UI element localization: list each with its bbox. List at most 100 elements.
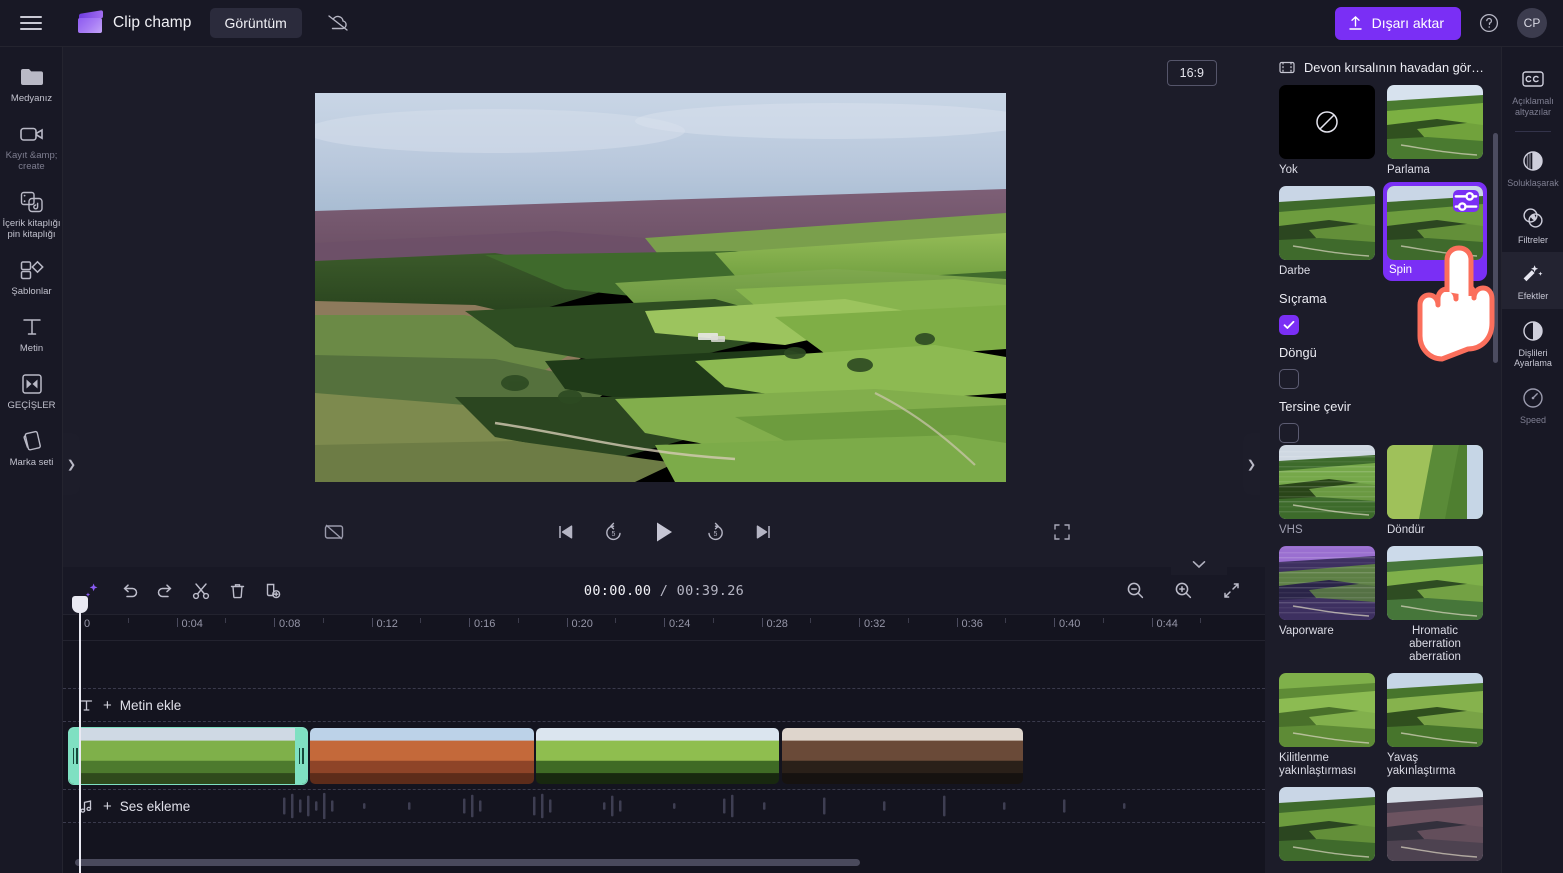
clip-1-green-fields[interactable] <box>68 727 308 785</box>
effect-settings-icon[interactable] <box>1453 190 1479 212</box>
undo-button[interactable] <box>113 575 145 607</box>
clip-2-red-cliffs[interactable] <box>310 728 534 784</box>
effect-card-spin[interactable]: Spin <box>1383 182 1487 281</box>
clip-4-dark-rocks[interactable] <box>782 728 1023 784</box>
total-time: 00:39.26 <box>676 582 745 599</box>
camera-icon <box>19 121 45 147</box>
effects-panel-header: Devon kırsalının havadan görünümü <box>1265 47 1501 85</box>
avatar[interactable]: CP <box>1517 8 1547 38</box>
timeline-ruler[interactable]: 0 0:04 0:08 0:12 0:16 0:20 0:24 0:28 0:32 0:36 0:4… <box>63 615 1265 641</box>
option-tersine-çevir: Tersine çevir <box>1265 389 1487 443</box>
sidebar-item-label: İçerik kitaplığı pin kitaplığı <box>2 218 61 240</box>
effects-grid-top: Yok Parlama Darbe Spin <box>1265 85 1501 281</box>
filters-icon <box>1520 205 1546 231</box>
sidebar-item-medyaniz[interactable]: Medyanız <box>0 57 63 110</box>
effect-label: Spin <box>1389 264 1413 276</box>
effects-panel-scrollbar[interactable] <box>1493 133 1498 363</box>
brand-logo-group[interactable]: Clip champ <box>78 10 192 34</box>
add-text-plus[interactable]: + <box>103 697 112 714</box>
tool-efektler[interactable]: Efektler <box>1502 252 1563 309</box>
sidebar-item-icerik-kitapligi[interactable]: İçerik kitaplığı pin kitaplığı <box>0 182 63 246</box>
sidebar-item-marka-seti[interactable]: Marka seti <box>0 421 63 474</box>
adjust-colors-icon <box>1520 318 1546 344</box>
top-bar: Clip champ Görüntüm Dışarı aktar CP <box>0 0 1563 47</box>
redo-button[interactable] <box>149 575 181 607</box>
zoom-in-button[interactable] <box>1167 575 1199 607</box>
effect-thumbnail <box>1279 186 1375 260</box>
rail-divider <box>1514 131 1551 132</box>
expand-left-panel-button[interactable]: ❯ <box>63 433 80 495</box>
export-button-label: Dışarı aktar <box>1371 15 1444 31</box>
effect-card-vhs[interactable]: VHS <box>1279 445 1375 537</box>
brand-name: Clip champ <box>113 14 192 31</box>
option-checkbox[interactable] <box>1279 369 1299 389</box>
hamburger-icon[interactable] <box>8 0 54 47</box>
playhead[interactable] <box>72 596 88 873</box>
sidebar-item-metin[interactable]: Metin <box>0 307 63 360</box>
effect-card-kilitlenme-yakınlaştırması[interactable]: Kilitlenme yakınlaştırması <box>1279 673 1375 778</box>
left-sidebar: Medyanız Kayıt &amp; create İçerik kitap… <box>0 47 63 873</box>
templates-icon <box>19 257 45 283</box>
tool-soluklaşarak[interactable]: Soluklaşarak <box>1502 139 1563 196</box>
clip-3-grass-light[interactable] <box>536 728 779 784</box>
effect-thumbnail <box>1279 546 1375 620</box>
effect-thumbnail <box>1279 787 1375 861</box>
timeline: 00:00.00 / 00:39.26 0 0:04 0:08 0:12 0:16 0:2… <box>63 553 1265 873</box>
speed-gauge-icon <box>1520 385 1546 411</box>
time-separator: / <box>651 582 677 599</box>
tool-label: Efektler <box>1517 291 1549 301</box>
export-button[interactable]: Dışarı aktar <box>1334 6 1461 40</box>
collapse-timeline-button[interactable] <box>1171 553 1227 575</box>
sidebar-item-label: Medyanız <box>10 93 53 104</box>
split-button[interactable] <box>185 575 217 607</box>
tool-speed[interactable]: Speed <box>1502 376 1563 433</box>
sidebar-item-sablonlar[interactable]: Şablonlar <box>0 250 63 303</box>
effect-thumbnail <box>1387 186 1483 260</box>
fit-timeline-button[interactable] <box>1215 575 1247 607</box>
delete-button[interactable] <box>221 575 253 607</box>
video-preview[interactable] <box>315 93 1006 482</box>
rewind-5-icon[interactable]: 5 <box>600 519 626 545</box>
effect-card-unnamed[interactable] <box>1387 787 1483 866</box>
sidebar-item-kayit-create[interactable]: Kayıt &amp; create <box>0 114 63 178</box>
fullscreen-icon[interactable] <box>1049 519 1075 545</box>
forward-5-icon[interactable]: 5 <box>702 519 728 545</box>
text-track[interactable]: + Metin ekle <box>63 688 1265 722</box>
effect-card-döndür[interactable]: Döndür <box>1387 445 1483 537</box>
tab-view[interactable]: Görüntüm <box>209 8 302 38</box>
effect-card-parlama[interactable]: Parlama <box>1387 85 1483 177</box>
sidebar-item-gecisler[interactable]: GEÇİŞLER <box>0 364 63 417</box>
tool-label: Soluklaşarak <box>1507 178 1559 188</box>
tool-dişlileri-ayarlama[interactable]: Dişlileri Ayarlama <box>1502 309 1563 376</box>
timeline-scrollbar[interactable] <box>75 859 1255 866</box>
effect-card-yok[interactable]: Yok <box>1279 85 1375 177</box>
zoom-out-button[interactable] <box>1119 575 1151 607</box>
effect-card-yavaş-yakınlaştırma[interactable]: Yavaş yakınlaştırma <box>1387 673 1483 778</box>
transitions-icon <box>19 371 45 397</box>
sidebar-item-label: Şablonlar <box>11 286 52 297</box>
play-icon[interactable] <box>648 516 680 548</box>
option-checkbox[interactable] <box>1279 315 1299 335</box>
timeline-tracks: + Metin ekle + Ses ekleme <box>63 641 1265 873</box>
help-circle-icon[interactable] <box>1475 9 1503 37</box>
skip-to-start-icon[interactable] <box>552 519 578 545</box>
audio-track[interactable]: + Ses ekleme <box>63 789 1265 823</box>
tool-filtreler[interactable]: Filtreler <box>1502 196 1563 253</box>
expand-right-panel-button[interactable]: ❯ <box>1243 433 1260 495</box>
effect-card-unnamed[interactable] <box>1279 787 1375 866</box>
tool-açıklamalı-altyazılar[interactable]: Açıklamalı altyazılar <box>1502 57 1563 124</box>
duplicate-button[interactable] <box>257 575 289 607</box>
effect-card-hromatic-aberration-aberration[interactable]: Hromatic aberration aberration <box>1387 546 1483 664</box>
skip-to-end-icon[interactable] <box>750 519 776 545</box>
option-döngü: Döngü <box>1265 335 1487 389</box>
aspect-ratio-button[interactable]: 16:9 <box>1166 60 1217 86</box>
cloud-off-icon[interactable] <box>324 9 352 37</box>
option-label: Döngü <box>1279 345 1317 360</box>
effect-thumbnail <box>1387 445 1483 519</box>
effect-card-vaporware[interactable]: Vaporware <box>1279 546 1375 664</box>
clip-trim-handle-right[interactable] <box>295 728 307 784</box>
add-text-label[interactable]: Metin ekle <box>120 698 182 713</box>
option-checkbox[interactable] <box>1279 423 1299 443</box>
effect-card-darbe[interactable]: Darbe <box>1279 186 1375 281</box>
effect-thumbnail <box>1387 673 1483 747</box>
